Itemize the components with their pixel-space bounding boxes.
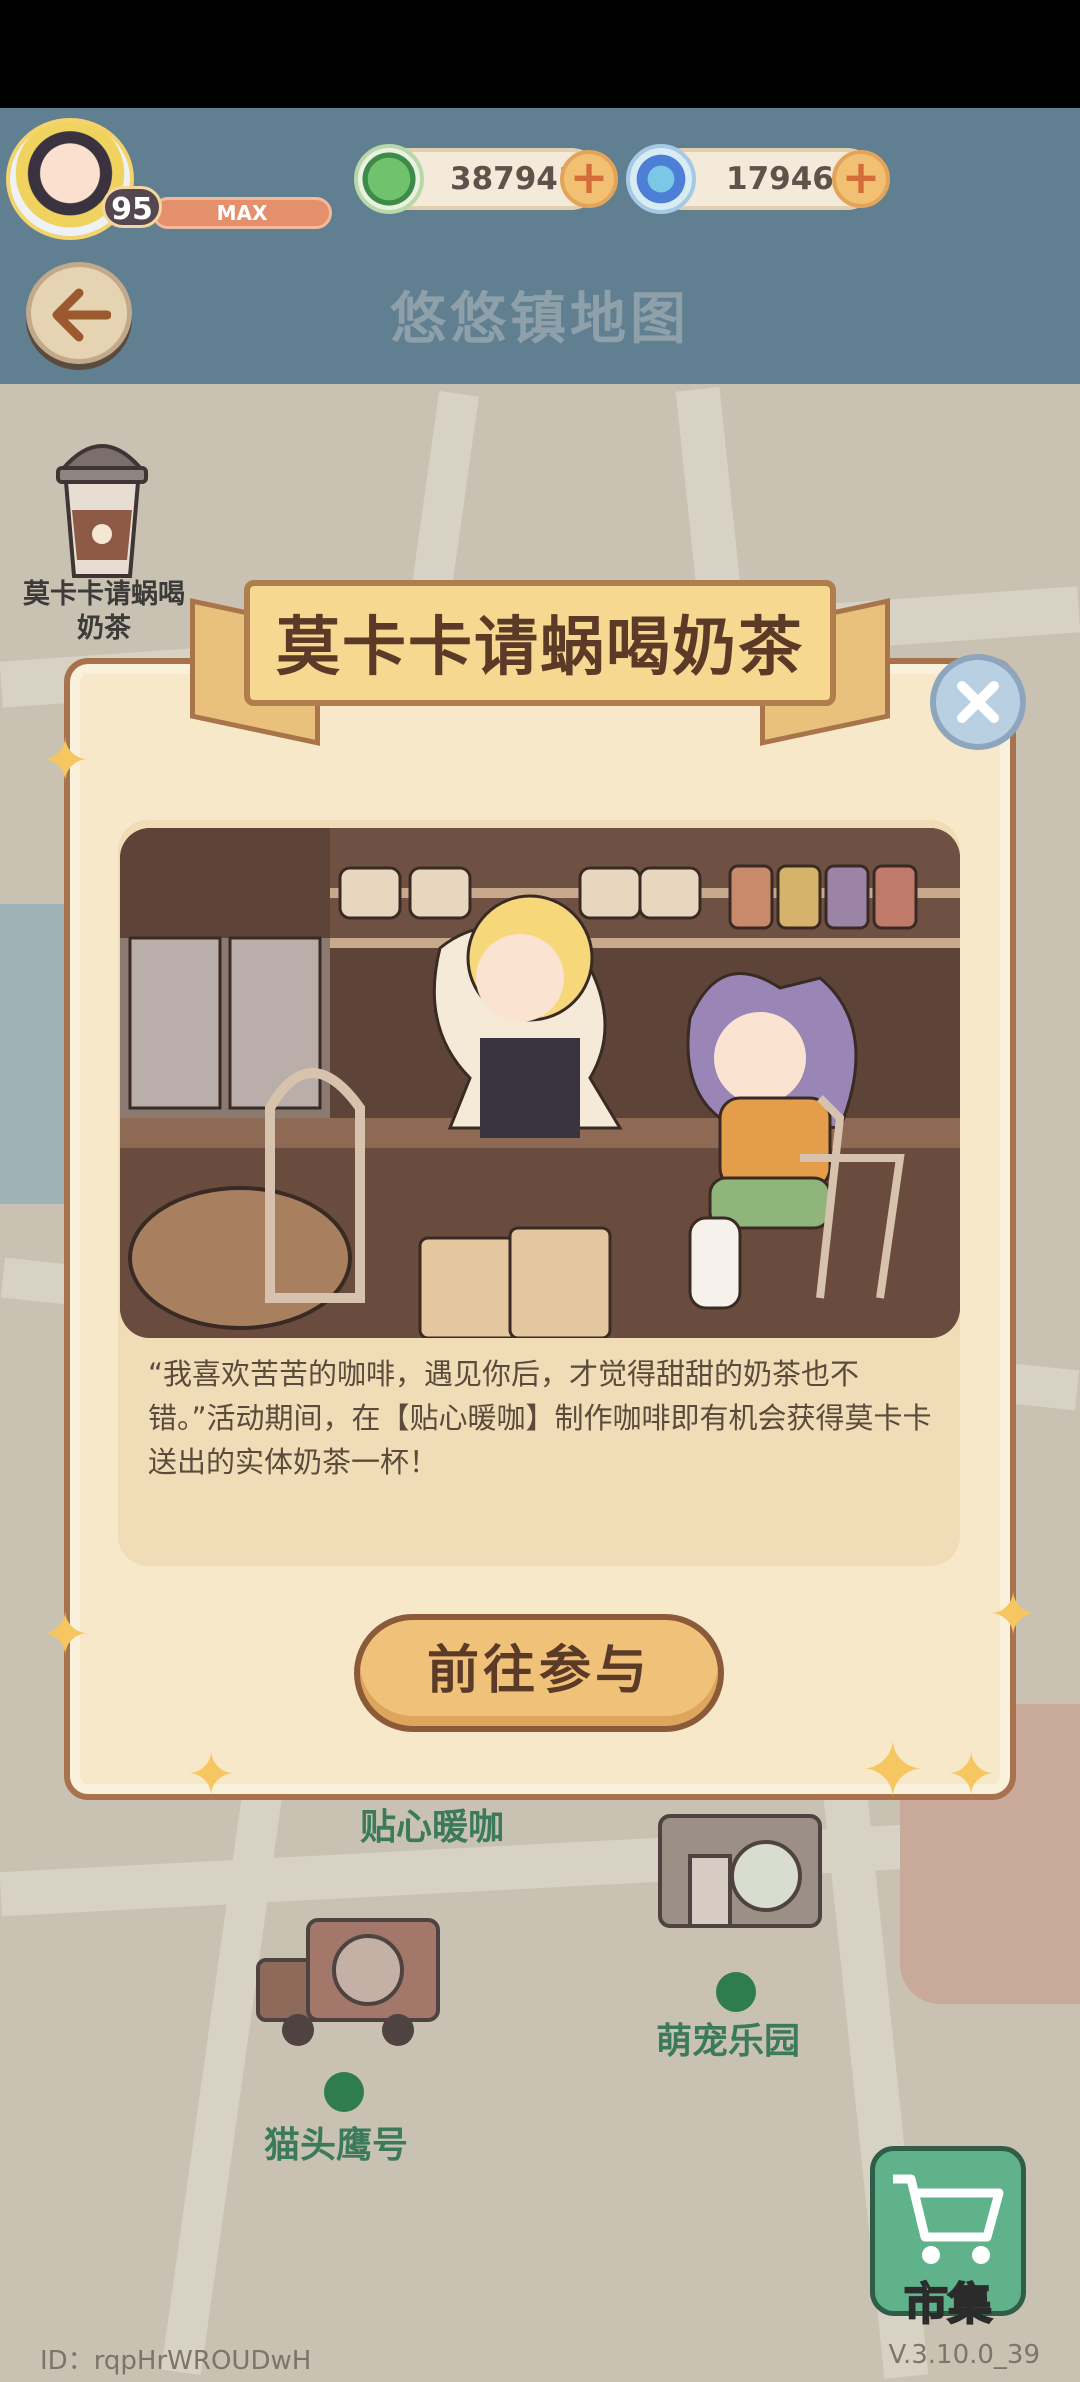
sparkle-icon: ✦ (860, 1726, 926, 1816)
place-marker-owl[interactable] (324, 2072, 364, 2112)
app-version: V.3.10.0_39 (888, 2340, 1040, 2370)
event-illustration (120, 828, 960, 1338)
go-participate-button[interactable]: 前往参与 (354, 1614, 724, 1732)
page-title: 悠悠镇地图 (390, 287, 690, 352)
add-blue-currency-button[interactable]: + (832, 150, 890, 208)
swirl-gem-icon (626, 144, 696, 214)
event-description: “我喜欢苦苦的咖啡，遇见你后，才觉得甜甜的奶茶也不错。”活动期间，在【贴心暖咖】… (148, 1357, 932, 1479)
cart-icon (893, 2174, 1004, 2264)
status-bar (0, 0, 1080, 108)
player-id: ID：rqpHrWROUDwH (40, 2346, 312, 2376)
sparkle-icon: ✦ (988, 1580, 1039, 1650)
sparkle-icon: ✦ (40, 1600, 91, 1670)
sparkle-icon: ✦ (186, 1740, 237, 1810)
place-label-owl[interactable]: 猫头鹰号 (264, 2116, 408, 2168)
place-label-pet[interactable]: 萌宠乐园 (656, 2012, 800, 2064)
owl-truck-building[interactable] (248, 1880, 448, 2050)
place-marker-pet[interactable] (716, 1972, 756, 2012)
close-button[interactable] (930, 654, 1026, 750)
add-green-currency-button[interactable]: + (560, 150, 618, 208)
place-label-cafe[interactable]: 贴心暖咖 (360, 1798, 504, 1850)
currency-blue-value: 17946 (726, 161, 834, 197)
level-progress-bar: MAX (152, 197, 332, 229)
market-label: 市集 (903, 2278, 993, 2331)
modal-title: 莫卡卡请蜗喝奶茶 (276, 611, 804, 685)
clover-coin-icon (354, 144, 424, 214)
milk-tea-cup-icon[interactable] (54, 430, 150, 580)
sparkle-icon: ✦ (946, 1740, 997, 1810)
pet-park-building[interactable] (650, 1796, 830, 1946)
level-badge: 95 (102, 186, 162, 228)
close-icon (957, 681, 999, 723)
sparkle-icon: ✦ (40, 726, 91, 796)
event-entry-label: 莫卡卡请蜗喝奶茶 (23, 579, 185, 644)
